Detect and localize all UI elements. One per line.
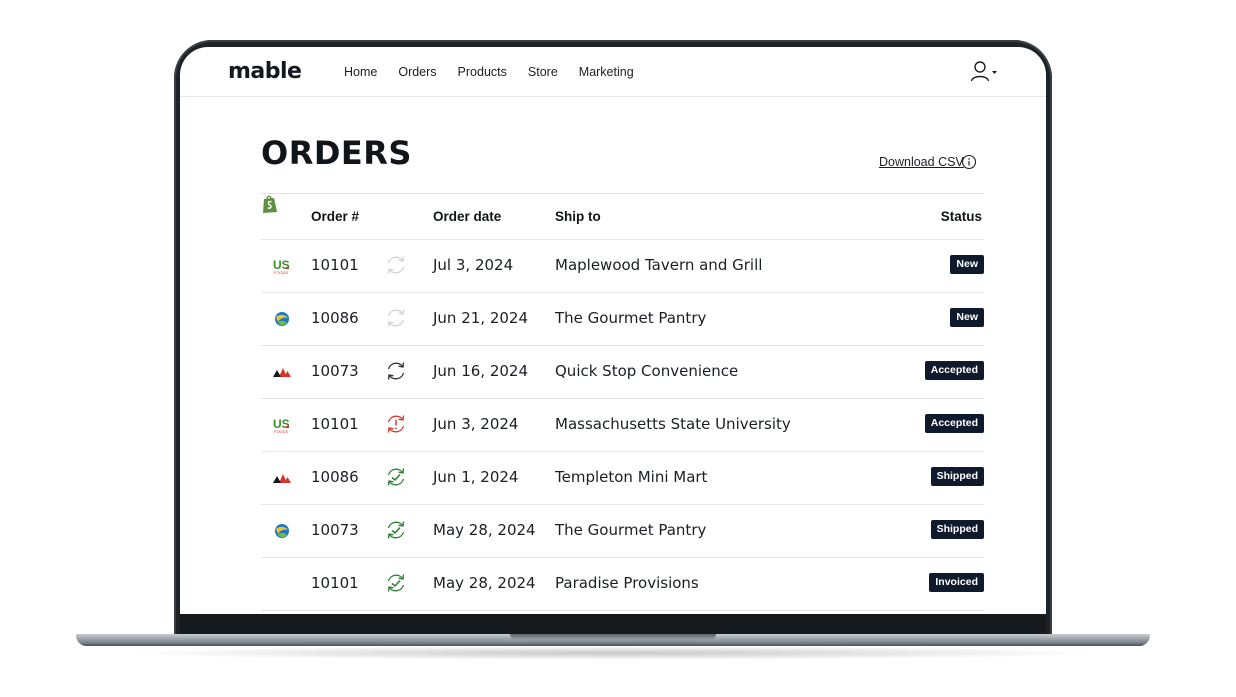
order-number[interactable]: 10101 — [311, 256, 359, 274]
sync-error-icon — [385, 413, 407, 435]
ship-to: The Gourmet Pantry — [555, 521, 707, 539]
laptop-notch — [510, 634, 716, 640]
download-csv-link[interactable]: Download CSV — [879, 155, 964, 169]
table-row[interactable]: US FOODS 10101 Jun 3, 2024 Massachusetts Sta… — [261, 398, 984, 451]
order-date: Jun 3, 2024 — [433, 415, 519, 433]
brand-logo[interactable]: mable — [228, 59, 302, 84]
laptop-bezel — [180, 614, 1046, 636]
status-badge: Shipped — [930, 520, 984, 539]
sync-success-icon — [385, 466, 407, 488]
order-number[interactable]: 10086 — [311, 309, 359, 327]
table-row[interactable]: 10073 Jun 16, 2024 Quick Stop Convenience A… — [261, 345, 984, 398]
order-number[interactable]: 10101 — [311, 574, 359, 592]
order-date: Jul 3, 2024 — [433, 256, 514, 274]
sync-pending-icon — [385, 307, 407, 329]
order-date: Jun 16, 2024 — [433, 362, 529, 380]
us-foods-logo: US FOODS — [272, 256, 292, 276]
nav-products[interactable]: Products — [458, 65, 507, 79]
ship-to: Paradise Provisions — [555, 574, 699, 592]
user-icon — [970, 61, 997, 82]
table-row[interactable]: 10101 May 28, 2024 Paradise Provisions Invo… — [261, 557, 984, 611]
table-row[interactable]: 10073 May 28, 2024 The Gourmet Pantry Shipp… — [261, 504, 984, 557]
status-badge: Accepted — [924, 361, 984, 380]
ship-to: Templeton Mini Mart — [555, 468, 708, 486]
order-number[interactable]: 10073 — [311, 521, 359, 539]
status-badge: New — [950, 255, 984, 274]
status-badge: New — [950, 308, 984, 327]
header-order-date[interactable]: Order date — [433, 209, 501, 224]
svg-text:FOODS: FOODS — [274, 270, 289, 275]
top-nav: mable Home Orders Products Store Marketi… — [180, 47, 1046, 97]
order-number[interactable]: 10086 — [311, 468, 359, 486]
order-number[interactable]: 10101 — [311, 415, 359, 433]
page-title: ORDERS — [261, 134, 412, 172]
globe-logo — [272, 309, 292, 329]
orders-table: Order # Order date Ship to Status US FOOD… — [261, 193, 984, 611]
status-badge: Invoiced — [929, 573, 984, 592]
status-badge: Shipped — [930, 467, 984, 486]
mountain-logo — [272, 468, 292, 488]
ship-to: The Gourmet Pantry — [555, 309, 707, 327]
sync-success-icon — [385, 519, 407, 541]
nav-orders[interactable]: Orders — [398, 65, 436, 79]
mountain-logo — [272, 362, 292, 382]
table-body: US FOODS 10101 Jul 3, 2024 Maplewood Tavern … — [261, 239, 984, 611]
nav-store[interactable]: Store — [528, 65, 558, 79]
status-badge: Accepted — [924, 414, 984, 433]
order-date: May 28, 2024 — [433, 521, 536, 539]
ship-to: Massachusetts State University — [555, 415, 791, 433]
shopify-icon — [263, 195, 277, 213]
table-row[interactable]: US FOODS 10101 Jul 3, 2024 Maplewood Tavern … — [261, 239, 984, 292]
sync-pending-icon — [385, 254, 407, 276]
table-row[interactable]: 10086 Jun 1, 2024 Templeton Mini Mart Shipp… — [261, 451, 984, 504]
header-status[interactable]: Status — [941, 209, 982, 224]
chevron-down-icon — [992, 71, 997, 74]
order-date: May 28, 2024 — [433, 574, 536, 592]
nav-marketing[interactable]: Marketing — [579, 65, 634, 79]
sync-neutral-icon — [385, 360, 407, 382]
header-ship-to[interactable]: Ship to — [555, 209, 601, 224]
globe-logo — [272, 521, 292, 541]
sync-success-icon — [385, 572, 407, 594]
order-number[interactable]: 10073 — [311, 362, 359, 380]
nav-home[interactable]: Home — [344, 65, 377, 79]
table-row[interactable]: 10086 Jun 21, 2024 The Gourmet Pantry New — [261, 292, 984, 345]
ship-to: Maplewood Tavern and Grill — [555, 256, 763, 274]
info-icon[interactable] — [961, 154, 977, 170]
us-foods-logo: US FOODS — [272, 415, 292, 435]
nav-links: Home Orders Products Store Marketing — [344, 65, 655, 79]
app-screen: mable Home Orders Products Store Marketi… — [180, 47, 1046, 614]
laptop-shadow — [120, 646, 1106, 660]
order-date: Jun 21, 2024 — [433, 309, 529, 327]
svg-text:FOODS: FOODS — [274, 429, 289, 434]
table-header: Order # Order date Ship to Status — [261, 193, 984, 239]
header-order[interactable]: Order # — [311, 209, 359, 224]
empty-logo-cell — [272, 574, 292, 594]
user-menu-button[interactable] — [970, 60, 1000, 84]
order-date: Jun 1, 2024 — [433, 468, 519, 486]
ship-to: Quick Stop Convenience — [555, 362, 739, 380]
